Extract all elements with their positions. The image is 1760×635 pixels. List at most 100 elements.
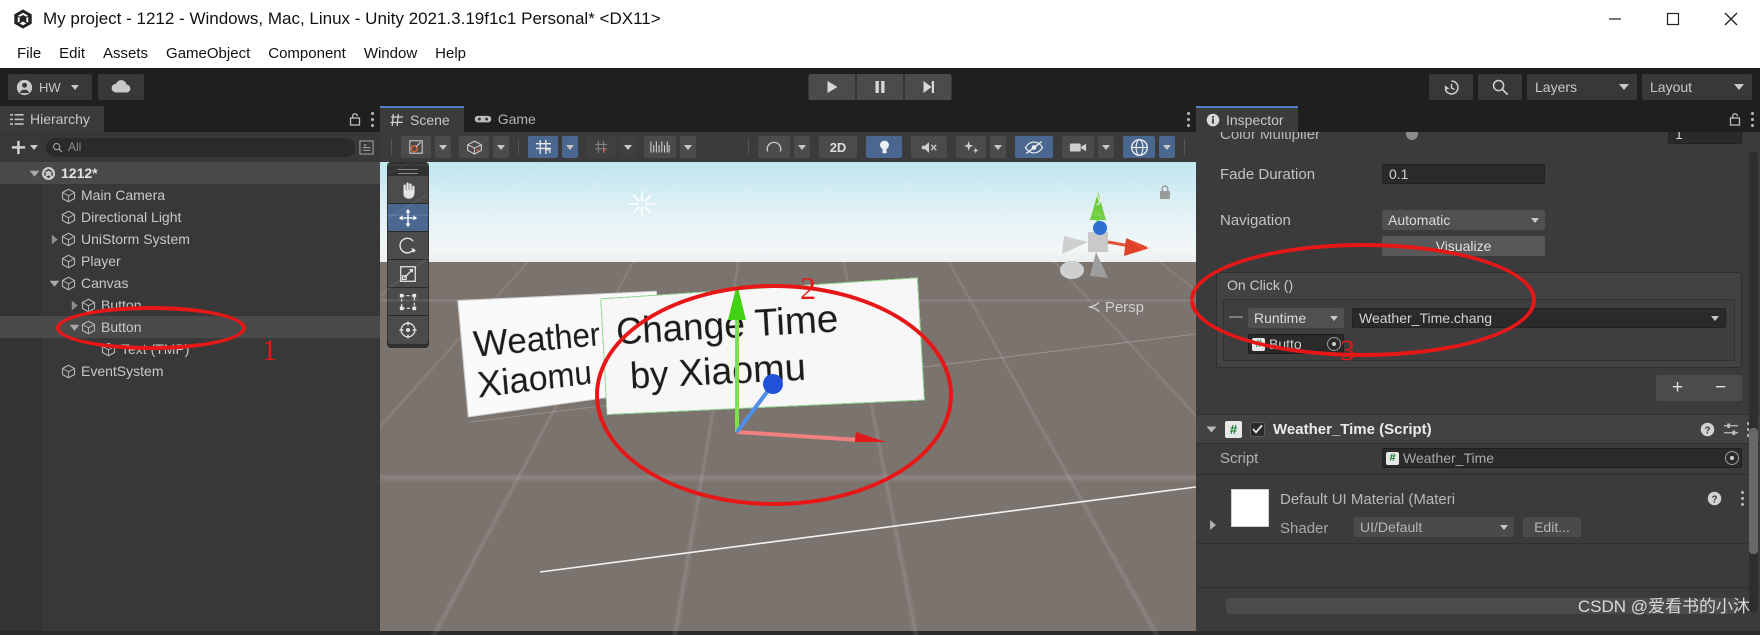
preset-icon[interactable] (1723, 422, 1739, 437)
ruler-measure-button[interactable] (644, 136, 676, 158)
account-button[interactable]: HW (8, 74, 92, 100)
shader-dropdown[interactable]: UI/Default (1354, 517, 1514, 537)
draw-mode-dropdown[interactable] (435, 136, 451, 158)
gameobject-icon (61, 232, 76, 246)
minimize-button[interactable] (1586, 0, 1644, 38)
grid-visibility-dropdown[interactable] (620, 136, 636, 158)
twisty-down-icon[interactable] (48, 277, 61, 290)
hierarchy-row-main-camera[interactable]: Main Camera (0, 184, 380, 206)
camera-settings-button[interactable] (1062, 136, 1094, 158)
twisty-right-icon[interactable] (68, 299, 81, 312)
hierarchy-row-canvas[interactable]: Canvas (0, 272, 380, 294)
twisty-right-icon[interactable] (48, 233, 61, 246)
grid-snapping-button[interactable] (528, 136, 558, 158)
color-multiplier-value[interactable]: 1 (1668, 132, 1742, 144)
hierarchy-row-1212[interactable]: 1212* (0, 162, 380, 184)
hierarchy-search-input[interactable]: All (46, 137, 355, 157)
scene-menu-button[interactable] (1187, 111, 1190, 127)
transform-tool-button[interactable] (388, 316, 428, 344)
pause-button[interactable] (856, 74, 904, 100)
hand-tool-button[interactable] (388, 176, 428, 204)
menu-item-component[interactable]: Component (259, 43, 355, 64)
fade-duration-input[interactable]: 0.1 (1382, 164, 1545, 184)
fx-effects-button[interactable] (956, 136, 986, 158)
close-button[interactable] (1702, 0, 1760, 38)
material-swatch[interactable] (1231, 489, 1269, 527)
on-click-remove-button[interactable]: − (1699, 375, 1742, 401)
cloud-button[interactable] (98, 74, 144, 100)
color-multiplier-slider-handle[interactable] (1406, 132, 1418, 140)
grid-snapping-dropdown[interactable] (562, 136, 578, 158)
object-picker-icon[interactable] (1725, 451, 1739, 465)
gizmos-toggle-button[interactable] (1123, 136, 1155, 158)
menu-item-help[interactable]: Help (426, 43, 475, 64)
on-click-add-button[interactable]: + (1656, 375, 1699, 401)
layers-dropdown[interactable]: Layers (1527, 74, 1637, 100)
scene-orientation-gizmo[interactable]: y z x (1038, 180, 1158, 300)
tab-scene[interactable]: Scene (380, 106, 464, 132)
hierarchy-menu-button[interactable] (371, 111, 374, 127)
menu-item-edit[interactable]: Edit (50, 43, 94, 64)
search-filter-icon[interactable] (359, 139, 374, 155)
move-tool-button[interactable] (388, 204, 428, 232)
inspector-menu-button[interactable] (1751, 111, 1754, 127)
audio-toggle-button[interactable] (911, 136, 947, 158)
material-menu-button[interactable] (1741, 491, 1744, 506)
chevron-down-icon[interactable] (1206, 425, 1217, 434)
shader-edit-button[interactable]: Edit... (1523, 517, 1581, 537)
fx-effects-dropdown[interactable] (990, 136, 1006, 158)
inspector-scroll-thumb[interactable] (1749, 428, 1758, 554)
perspective-label[interactable]: ≺ Persp (1087, 297, 1144, 317)
tab-hierarchy[interactable]: Hierarchy (0, 106, 104, 132)
inspector-content: Color Multiplier 1 Fade Duration 0.1 Nav… (1196, 132, 1760, 635)
camera-settings-dropdown[interactable] (1098, 136, 1114, 158)
scene-canvas[interactable]: Weather Xiaomu Change Time by Xiaomu y z… (380, 162, 1196, 635)
hierarchy-row-unistorm-system[interactable]: UniStorm System (0, 228, 380, 250)
gizmo-lock-icon[interactable] (1158, 184, 1172, 200)
navigation-dropdown[interactable]: Automatic (1382, 210, 1545, 230)
scene-lighting-button[interactable] (866, 136, 902, 158)
tool-palette-grip[interactable] (398, 166, 418, 176)
scene-visibility-button[interactable] (459, 136, 489, 158)
grid-visibility-button[interactable] (586, 136, 616, 158)
layout-dropdown[interactable]: Layout (1642, 74, 1752, 100)
chevron-down-icon (439, 144, 447, 150)
hand-icon (403, 182, 415, 199)
gizmos-shape-dropdown[interactable] (794, 136, 810, 158)
draw-mode-button[interactable] (401, 136, 431, 158)
menu-item-gameobject[interactable]: GameObject (157, 43, 259, 64)
help-icon[interactable]: ? (1707, 491, 1722, 506)
rotate-tool-button[interactable] (388, 232, 428, 260)
help-icon[interactable]: ? (1700, 422, 1715, 437)
rect-tool-button[interactable] (388, 288, 428, 316)
play-button[interactable] (808, 74, 856, 100)
maximize-button[interactable] (1644, 0, 1702, 38)
gizmos-toggle-dropdown[interactable] (1159, 136, 1175, 158)
search-button[interactable] (1478, 74, 1522, 100)
lock-icon[interactable] (349, 112, 361, 126)
step-button[interactable] (904, 74, 952, 100)
scene-visibility-dropdown[interactable] (493, 136, 509, 158)
hierarchy-row-player[interactable]: Player (0, 250, 380, 272)
menu-item-file[interactable]: File (8, 43, 50, 64)
ruler-measure-dropdown[interactable] (680, 136, 696, 158)
scene-visibility-toggle-button[interactable] (1015, 136, 1053, 158)
menu-item-window[interactable]: Window (355, 43, 426, 64)
script-object-field[interactable]: # Weather_Time (1382, 448, 1742, 468)
undo-history-button[interactable] (1429, 74, 1473, 100)
hierarchy-row-directional-light[interactable]: Directional Light (0, 206, 380, 228)
add-gameobject-button[interactable] (6, 139, 42, 156)
lock-icon[interactable] (1729, 112, 1741, 126)
inspector-divider (1196, 587, 1760, 588)
scale-tool-button[interactable] (388, 260, 428, 288)
component-enabled-checkbox[interactable] (1250, 421, 1265, 437)
gizmos-shape-button[interactable] (758, 136, 790, 158)
hierarchy-row-eventsystem[interactable]: EventSystem (0, 360, 380, 382)
chevron-right-icon[interactable] (1208, 519, 1218, 531)
twisty-down-icon[interactable] (28, 167, 41, 180)
tab-inspector[interactable]: Inspector (1196, 106, 1298, 132)
2d-toggle-button[interactable]: 2D (819, 136, 857, 158)
tab-game[interactable]: Game (463, 106, 550, 132)
menu-item-assets[interactable]: Assets (94, 43, 157, 64)
sparkle-icon (963, 140, 979, 153)
